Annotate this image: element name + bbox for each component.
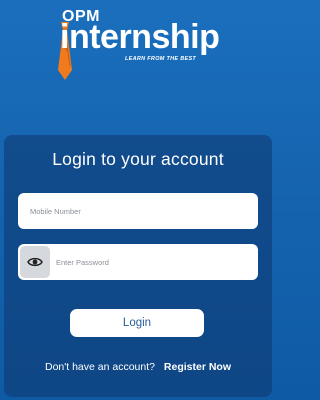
password-input[interactable] bbox=[50, 244, 258, 280]
register-link[interactable]: Register Now bbox=[164, 361, 231, 373]
login-button[interactable]: Login bbox=[70, 309, 204, 337]
mobile-input[interactable] bbox=[18, 193, 258, 229]
signup-prompt: Don't have an account? bbox=[44, 361, 155, 373]
password-field bbox=[18, 244, 258, 280]
signup-row: Don't have an account? Register Now bbox=[4, 361, 272, 373]
logo-tagline: LEARN FROM THE BEST bbox=[125, 56, 197, 62]
login-title: Login to your account bbox=[52, 149, 224, 169]
login-card: Login to your account Login Don't have a… bbox=[4, 135, 272, 397]
password-toggle[interactable] bbox=[20, 246, 50, 278]
mobile-field bbox=[18, 193, 258, 229]
app-logo: OPM internship LEARN FROM THE BEST bbox=[0, 0, 276, 110]
logo-name: internship bbox=[60, 18, 220, 56]
eye-icon bbox=[27, 257, 43, 267]
